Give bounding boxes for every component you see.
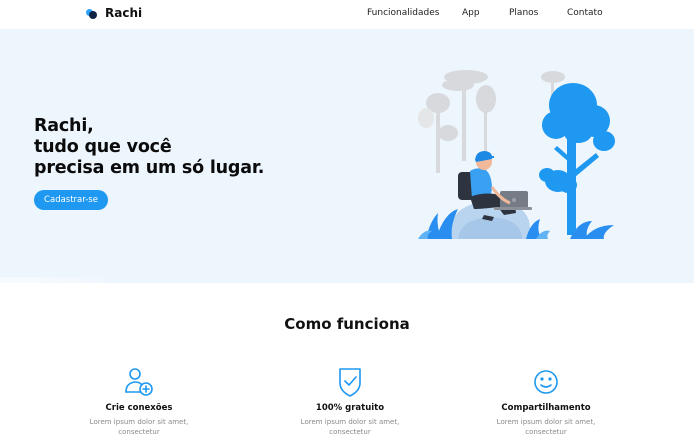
nav-link-app[interactable]: App [462,8,480,18]
feature-description: Lorem ipsum dolor sit amet, consectetur [89,418,189,436]
hero-title-line-1: Rachi, [34,116,94,136]
person-with-laptop-under-tree-illustration [418,70,615,239]
nav-link-funcionalidades[interactable]: Funcionalidades [367,8,439,18]
hero-title-line-2: tudo que você [34,137,172,157]
nav-link-contato[interactable]: Contato [567,8,603,18]
feature-description: Lorem ipsum dolor sit amet, consectetur [300,418,400,436]
hero-title: Rachi, tudo que você precisa em um só lu… [34,116,264,179]
feature-title: Crie conexões [105,403,173,413]
feature-item: 100% gratuito Lorem ipsum dolor sit amet… [260,366,440,437]
nav-links: Funcionalidades App Planos Contato [0,8,694,22]
smile-icon [534,370,558,394]
hero-title-line-3: precisa em um só lugar. [34,158,265,178]
user-add-icon [125,368,153,396]
feature-item: Crie conexões Lorem ipsum dolor sit amet… [49,366,229,437]
how-it-works-title: Como funciona [284,315,410,333]
navbar: Rachi Funcionalidades App Planos Contato [0,0,694,29]
shield-check-icon [339,368,361,397]
feature-title: Compartilhamento [501,403,591,413]
nav-link-planos[interactable]: Planos [509,8,538,18]
feature-description: Lorem ipsum dolor sit amet, consectetur [496,418,596,436]
feature-item: Compartilhamento Lorem ipsum dolor sit a… [456,366,636,437]
signup-button[interactable]: Cadastrar-se [34,190,108,210]
hero-section: Rachi, tudo que você precisa em um só lu… [0,29,694,283]
feature-title: 100% gratuito [315,403,385,413]
